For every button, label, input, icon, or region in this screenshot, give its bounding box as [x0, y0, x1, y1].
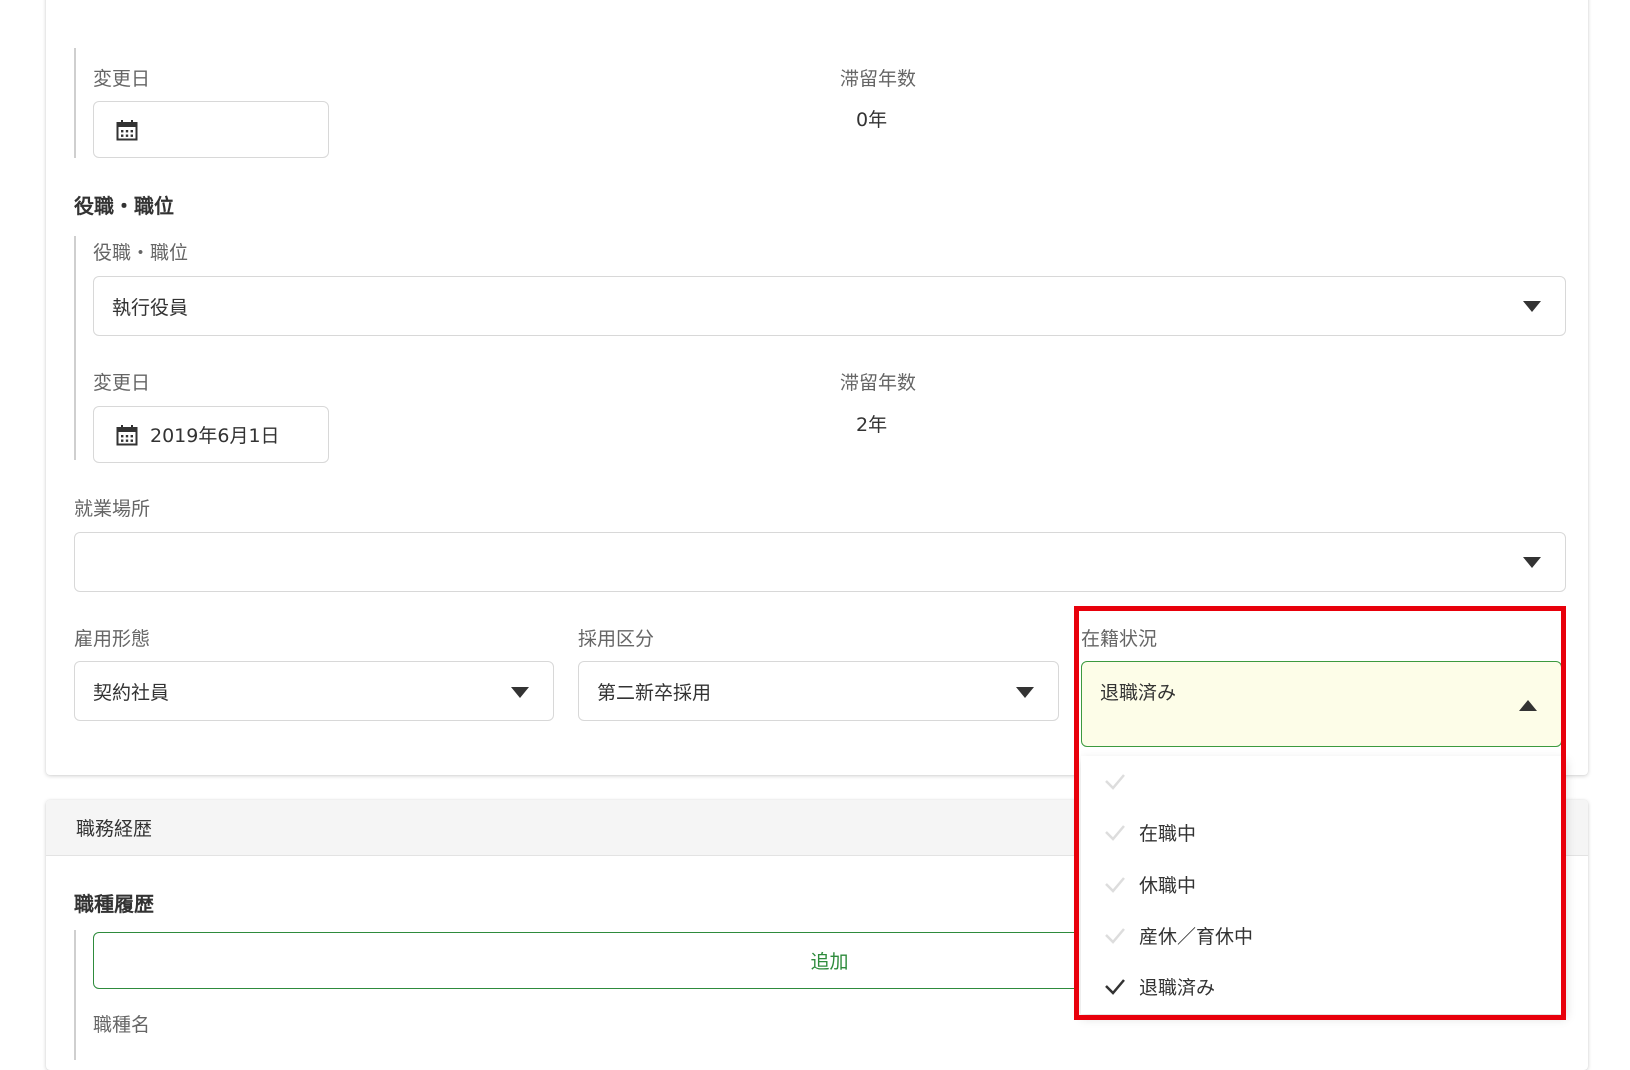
position-tenure-value: 2年 [856, 414, 888, 436]
chevron-down-icon [1523, 301, 1541, 312]
option-label: 産休／育休中 [1139, 925, 1254, 948]
employment-type-selected-value: 契約社員 [93, 681, 170, 704]
check-icon [1105, 774, 1125, 790]
position-change-date-label: 変更日 [93, 372, 151, 394]
position-heading: 役職・職位 [74, 194, 174, 218]
position-tenure-label: 滞留年数 [840, 372, 917, 394]
position-field-label: 役職・職位 [93, 242, 189, 264]
hiring-category-label: 採用区分 [578, 628, 655, 650]
option-label: 在職中 [1139, 822, 1197, 845]
workplace-label: 就業場所 [74, 498, 151, 520]
career-section-title: 職務経歴 [76, 818, 153, 840]
enrollment-status-options: 在職中 休職中 産休／育休中 退職済み [1081, 756, 1566, 1014]
check-icon [1105, 928, 1125, 944]
hiring-category-select[interactable]: 第二新卒採用 [578, 661, 1059, 721]
workplace-select[interactable] [74, 532, 1566, 592]
group-line-position [74, 236, 76, 460]
add-job-label: 追加 [810, 951, 849, 973]
position-select[interactable]: 執行役員 [93, 276, 1566, 336]
check-icon [1105, 877, 1125, 893]
group-line-upper [74, 48, 76, 158]
enrollment-status-label: 在籍状況 [1081, 628, 1158, 650]
chevron-down-icon [1016, 687, 1034, 698]
option-item[interactable]: 休職中 [1081, 859, 1566, 909]
position-change-date-input[interactable]: 2019年6月1日 [93, 406, 329, 463]
position-change-date-value: 2019年6月1日 [150, 425, 280, 447]
hiring-category-selected-value: 第二新卒採用 [597, 681, 712, 704]
option-label: 休職中 [1139, 874, 1197, 897]
position-selected-value: 執行役員 [112, 296, 189, 319]
change-date-label: 変更日 [93, 68, 151, 90]
calendar-icon [116, 424, 138, 445]
job-history-heading: 職種履歴 [74, 892, 154, 916]
option-label: 退職済み [1139, 976, 1216, 999]
enrollment-status-select[interactable]: 退職済み [1081, 661, 1562, 747]
tenure-value: 0年 [856, 109, 888, 131]
check-icon [1105, 825, 1125, 841]
calendar-icon [116, 119, 138, 140]
chevron-up-icon [1519, 700, 1537, 711]
enrollment-status-selected-value: 退職済み [1100, 682, 1177, 704]
chevron-down-icon [511, 687, 529, 698]
group-line-job-history [74, 930, 76, 1060]
employment-type-select[interactable]: 契約社員 [74, 661, 554, 721]
option-item[interactable]: 在職中 [1081, 807, 1566, 857]
option-item[interactable] [1081, 756, 1566, 806]
chevron-down-icon [1523, 557, 1541, 568]
tenure-label: 滞留年数 [840, 68, 917, 90]
change-date-input[interactable] [93, 101, 329, 158]
employment-type-label: 雇用形態 [74, 628, 151, 650]
option-item-selected[interactable]: 退職済み [1081, 961, 1566, 1011]
option-item[interactable]: 産休／育休中 [1081, 910, 1566, 960]
job-name-label: 職種名 [93, 1014, 151, 1036]
check-icon [1105, 979, 1125, 995]
